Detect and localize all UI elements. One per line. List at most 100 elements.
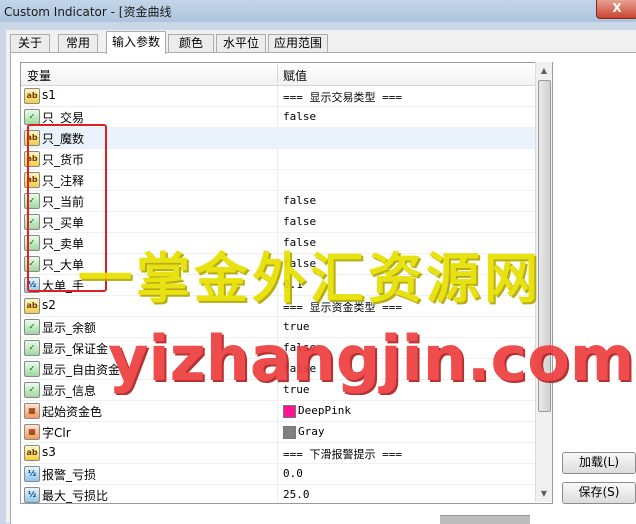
parameter-value[interactable]: === 显示交易类型 === xyxy=(283,89,402,105)
bool-type-icon: ✓ xyxy=(24,340,40,356)
parameter-name: 报警_亏损 xyxy=(42,468,97,482)
table-row[interactable]: ✓ 只_交易 false xyxy=(21,107,537,128)
parameter-name: 只_货币 xyxy=(42,153,85,167)
tab-inputs[interactable]: 输入参数 xyxy=(106,31,166,54)
parameter-rows: ab s1 === 显示交易类型 === ✓ 只_交易 false ab 只_魔数 ab 只_货币… xyxy=(21,86,537,503)
table-row[interactable]: ½ 报警_亏损 0.0 xyxy=(21,464,537,485)
tab-about[interactable]: 关于 xyxy=(10,34,50,53)
bool-type-icon: ✓ xyxy=(24,235,40,251)
parameter-name: 起始资金色 xyxy=(42,405,103,419)
table-row[interactable]: ½ 最大_亏损比 25.0 xyxy=(21,485,537,503)
table-row[interactable]: ½ 大单_手 0.1 xyxy=(21,275,537,296)
parameter-name: 只_买单 xyxy=(42,216,85,230)
parameter-value[interactable]: false xyxy=(283,110,316,123)
table-row[interactable]: ▦ 起始资金色 DeepPink xyxy=(21,401,537,422)
parameter-name: 只_魔数 xyxy=(42,132,85,146)
grid-header: 变量 赋值 xyxy=(21,63,537,86)
parameter-name: s2 xyxy=(42,298,56,312)
number-type-icon: ½ xyxy=(24,487,40,503)
parameter-value[interactable]: 25.0 xyxy=(283,488,310,501)
color-swatch[interactable] xyxy=(283,405,296,418)
parameter-value[interactable]: true xyxy=(283,383,310,396)
number-type-icon: ½ xyxy=(24,277,40,293)
bool-type-icon: ✓ xyxy=(24,214,40,230)
string-type-icon: ab xyxy=(24,88,40,104)
parameter-name: 显示_保证金 xyxy=(42,342,109,356)
tab-colors[interactable]: 颜色 xyxy=(168,34,214,53)
color-swatch[interactable] xyxy=(283,426,296,439)
table-row[interactable]: ✓ 只_卖单 false xyxy=(21,233,537,254)
bool-type-icon: ✓ xyxy=(24,109,40,125)
tab-visualization[interactable]: 应用范围 xyxy=(268,34,328,53)
scroll-down-arrow-icon[interactable]: ▼ xyxy=(536,485,552,502)
parameter-name: 只_大单 xyxy=(42,258,85,272)
parameter-name: 只_注释 xyxy=(42,174,85,188)
table-row[interactable]: ab s2 === 显示资金类型 === xyxy=(21,296,537,317)
parameter-value[interactable]: true xyxy=(283,320,310,333)
tab-levels[interactable]: 水平位 xyxy=(216,34,266,53)
parameter-name: s3 xyxy=(42,445,56,459)
parameter-value[interactable]: Gray xyxy=(298,425,325,438)
parameter-value[interactable]: false xyxy=(283,215,316,228)
parameter-value[interactable]: === 下滑报警提示 === xyxy=(283,446,402,462)
string-type-icon: ab xyxy=(24,445,40,461)
number-type-icon: ½ xyxy=(24,466,40,482)
table-row[interactable]: ab s1 === 显示交易类型 === xyxy=(21,86,537,107)
parameter-name: 只_交易 xyxy=(42,111,85,125)
bool-type-icon: ✓ xyxy=(24,193,40,209)
parameters-grid: 变量 赋值 ab s1 === 显示交易类型 === ✓ 只_交易 false ab 只_魔数… xyxy=(20,62,553,504)
save-button[interactable]: 保存(S) xyxy=(562,482,636,504)
bool-type-icon: ✓ xyxy=(24,256,40,272)
parameter-name: 只_卖单 xyxy=(42,237,85,251)
table-row[interactable]: ✓ 只_大单 false xyxy=(21,254,537,275)
close-button[interactable]: X xyxy=(596,0,636,19)
parameter-value[interactable]: 0.0 xyxy=(283,467,303,480)
vertical-scrollbar[interactable]: ▲ ▼ xyxy=(535,62,552,502)
parameter-value[interactable]: false xyxy=(283,194,316,207)
string-type-icon: ab xyxy=(24,298,40,314)
string-type-icon: ab xyxy=(24,130,40,146)
table-row[interactable]: ✓ 显示_信息 true xyxy=(21,380,537,401)
title-bar: Custom Indicator - [资金曲线 X xyxy=(0,0,636,22)
window-title: Custom Indicator - [资金曲线 xyxy=(4,5,172,19)
parameter-name: 显示_自由资金 xyxy=(42,363,121,377)
table-row[interactable]: ab s3 === 下滑报警提示 === xyxy=(21,443,537,464)
scroll-up-arrow-icon[interactable]: ▲ xyxy=(536,62,552,79)
parameter-value[interactable]: false xyxy=(283,236,316,249)
parameter-name: s1 xyxy=(42,88,56,102)
parameter-name: 显示_余额 xyxy=(42,321,97,335)
column-separator xyxy=(277,65,278,83)
parameter-name: 字Clr xyxy=(42,426,71,440)
parameter-value[interactable]: false xyxy=(283,341,316,354)
table-row[interactable]: ab 只_注释 xyxy=(21,170,537,191)
parameter-name: 大单_手 xyxy=(42,279,85,293)
column-header-value[interactable]: 赋值 xyxy=(283,67,307,84)
color-type-icon: ▦ xyxy=(24,424,40,440)
color-type-icon: ▦ xyxy=(24,403,40,419)
string-type-icon: ab xyxy=(24,172,40,188)
parameter-value[interactable]: false xyxy=(283,362,316,375)
table-row[interactable]: ▦ 字Clr Gray xyxy=(21,422,537,443)
parameter-value[interactable]: 0.1 xyxy=(283,278,303,291)
load-button[interactable]: 加载(L) xyxy=(562,452,636,474)
tab-common[interactable]: 常用 xyxy=(58,34,98,53)
parameter-value[interactable]: false xyxy=(283,257,316,270)
parameter-name: 最大_亏损比 xyxy=(42,489,109,503)
table-row[interactable]: ab 只_货币 xyxy=(21,149,537,170)
parameter-value[interactable]: DeepPink xyxy=(298,404,351,417)
table-row[interactable]: ✓ 显示_保证金 false xyxy=(21,338,537,359)
bool-type-icon: ✓ xyxy=(24,319,40,335)
scrollbar-thumb[interactable] xyxy=(538,80,551,412)
table-row[interactable]: ✓ 显示_余额 true xyxy=(21,317,537,338)
parameter-value[interactable]: === 显示资金类型 === xyxy=(283,299,402,315)
column-header-variable[interactable]: 变量 xyxy=(27,67,51,84)
bool-type-icon: ✓ xyxy=(24,361,40,377)
bool-type-icon: ✓ xyxy=(24,382,40,398)
table-row[interactable]: ✓ 只_买单 false xyxy=(21,212,537,233)
table-row[interactable]: ab 只_魔数 xyxy=(21,128,537,149)
table-row[interactable]: ✓ 显示_自由资金 false xyxy=(21,359,537,380)
table-row[interactable]: ✓ 只_当前 false xyxy=(21,191,537,212)
string-type-icon: ab xyxy=(24,151,40,167)
parameter-name: 只_当前 xyxy=(42,195,85,209)
parameter-name: 显示_信息 xyxy=(42,384,97,398)
